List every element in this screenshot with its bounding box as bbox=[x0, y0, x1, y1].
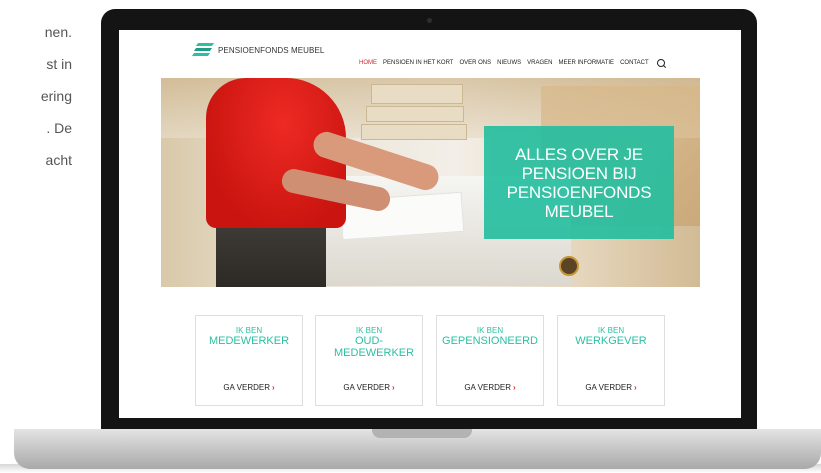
nav-item-meer-informatie[interactable]: MEER INFORMATIE bbox=[559, 60, 615, 66]
card-title: WERKGEVER bbox=[575, 335, 647, 347]
nav-item-home[interactable]: HOME bbox=[359, 60, 377, 66]
card-title: OUD-MEDEWERKER bbox=[334, 335, 415, 359]
paragraph-line: . De bbox=[46, 120, 72, 136]
nav-item-pensioen-in-het-kort[interactable]: PENSIOEN IN HET KORT bbox=[383, 60, 453, 66]
card-pre-label: IK BEN bbox=[597, 326, 625, 335]
ga-verder-link[interactable]: GA VERDER › bbox=[196, 383, 302, 392]
ga-verder-link[interactable]: GA VERDER › bbox=[316, 383, 422, 392]
cta-label: GA VERDER bbox=[223, 383, 270, 392]
paragraph-line: acht bbox=[45, 152, 72, 168]
camera-icon bbox=[427, 18, 432, 23]
card-title: GEPENSIONEERD bbox=[442, 335, 538, 347]
background-paragraph: nen. st in ering . De acht bbox=[0, 16, 72, 176]
chevron-right-icon: › bbox=[634, 383, 637, 392]
chevron-right-icon: › bbox=[392, 383, 395, 392]
nav-item-vragen[interactable]: VRAGEN bbox=[527, 60, 552, 66]
paragraph-line: nen. bbox=[44, 24, 72, 40]
card-medewerker[interactable]: IK BEN MEDEWERKER GA VERDER › bbox=[195, 315, 303, 406]
logo-text: PENSIOENFONDS MEUBEL bbox=[218, 45, 325, 55]
hero-headline-box: ALLES OVER JE PENSIOEN BIJ PENSIOENFONDS… bbox=[484, 126, 674, 239]
card-oud-medewerker[interactable]: IK BEN OUD-MEDEWERKER GA VERDER › bbox=[315, 315, 423, 406]
logo-icon bbox=[191, 43, 215, 57]
nav-item-contact[interactable]: CONTACT bbox=[620, 60, 649, 66]
chevron-right-icon: › bbox=[272, 383, 275, 392]
cta-label: GA VERDER bbox=[585, 383, 632, 392]
ga-verder-link[interactable]: GA VERDER › bbox=[558, 383, 664, 392]
paragraph-line: st in bbox=[46, 56, 72, 72]
nav-item-nieuws[interactable]: NIEUWS bbox=[497, 60, 521, 66]
website-screen: PENSIOENFONDS MEUBEL HOME PENSIOEN IN HE… bbox=[119, 30, 741, 418]
search-icon[interactable] bbox=[656, 59, 665, 67]
card-werkgever[interactable]: IK BEN WERKGEVER GA VERDER › bbox=[557, 315, 665, 406]
laptop-notch bbox=[372, 429, 472, 438]
site-logo[interactable]: PENSIOENFONDS MEUBEL bbox=[191, 43, 325, 57]
main-nav: HOME PENSIOEN IN HET KORT OVER ONS NIEUW… bbox=[359, 59, 665, 67]
card-pre-label: IK BEN bbox=[235, 326, 263, 335]
paragraph-line: ering bbox=[40, 88, 72, 104]
ga-verder-link[interactable]: GA VERDER › bbox=[437, 383, 543, 392]
cta-label: GA VERDER bbox=[343, 383, 390, 392]
cta-label: GA VERDER bbox=[464, 383, 511, 392]
card-pre-label: IK BEN bbox=[355, 326, 383, 335]
card-pre-label: IK BEN bbox=[476, 326, 504, 335]
chevron-right-icon: › bbox=[513, 383, 516, 392]
card-title: MEDEWERKER bbox=[208, 335, 290, 347]
nav-item-over-ons[interactable]: OVER ONS bbox=[459, 60, 491, 66]
hero-headline: ALLES OVER JE PENSIOEN BIJ PENSIOENFONDS… bbox=[506, 144, 652, 221]
card-gepensioneerd[interactable]: IK BEN GEPENSIONEERD GA VERDER › bbox=[436, 315, 544, 406]
hero-image: ALLES OVER JE PENSIOEN BIJ PENSIOENFONDS… bbox=[161, 78, 700, 287]
